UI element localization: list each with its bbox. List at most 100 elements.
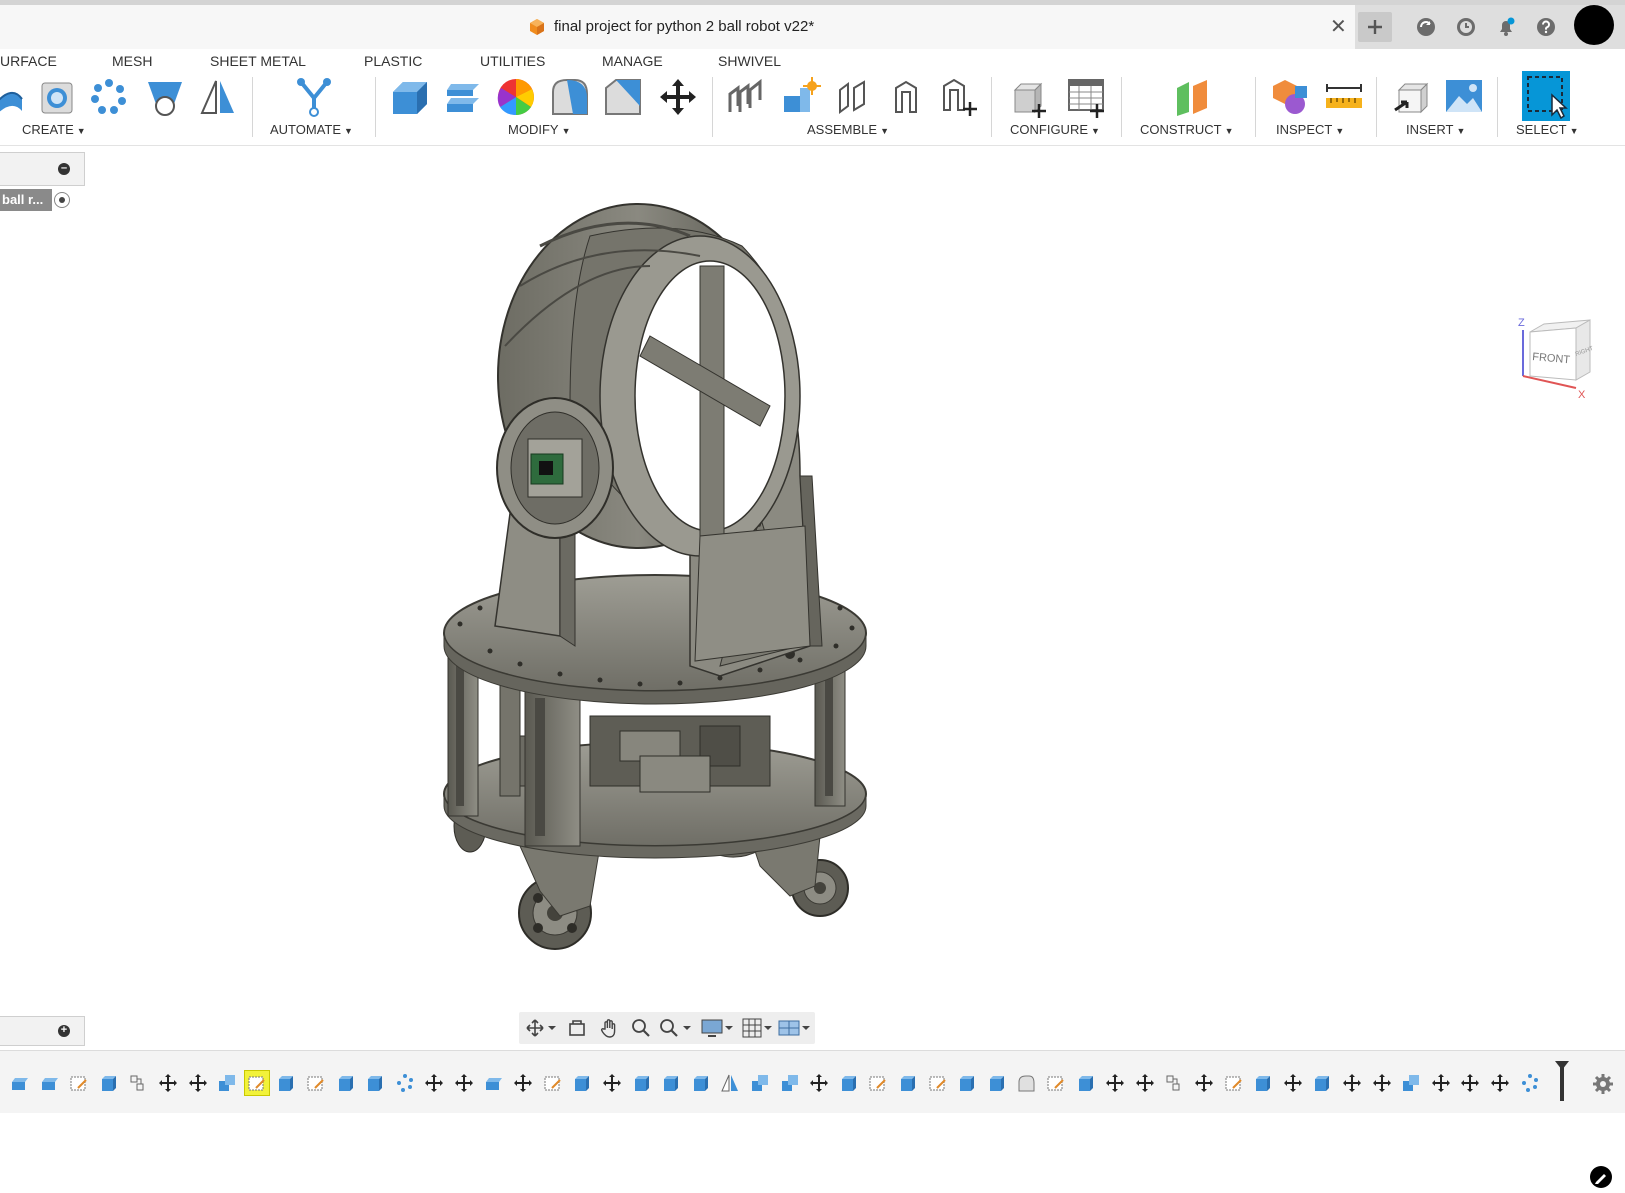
timeline-feature-body-icon[interactable] [1310,1071,1334,1095]
tab-manage[interactable]: MANAGE [602,49,663,73]
timeline-feature-move-icon[interactable] [1370,1071,1394,1095]
timeline-feature-combine-icon[interactable] [1399,1071,1423,1095]
timeline-feature-body-icon[interactable] [334,1071,358,1095]
extrude-surface-icon[interactable] [0,73,34,121]
timeline-feature-body-icon[interactable] [363,1071,387,1095]
as-built-joint-icon[interactable] [885,73,929,121]
notifications-bell-icon[interactable] [1494,15,1518,39]
design-canvas[interactable]: Z X FRONT RIGHT [0,146,1625,1188]
grid-settings-icon[interactable] [741,1016,777,1040]
pattern-icon[interactable] [87,73,131,121]
close-tab-icon[interactable]: ✕ [1330,17,1347,37]
timeline-feature-body-icon[interactable] [837,1071,861,1095]
press-pull-icon[interactable] [388,73,432,121]
active-radio-icon[interactable] [54,192,70,208]
timeline-feature-mirror-icon[interactable] [718,1071,742,1095]
timeline-feature-extrude-icon[interactable] [38,1071,62,1095]
timeline-feature-sketch-icon[interactable] [304,1071,328,1095]
look-at-icon[interactable] [563,1016,591,1040]
timeline-feature-extrude-icon[interactable] [8,1071,32,1095]
configuration-table-icon[interactable] [1064,73,1108,121]
timeline-feature-sketch-icon[interactable] [243,1070,270,1096]
timeline-feature-move-icon[interactable] [1281,1071,1305,1095]
expand-comments-icon[interactable]: + [58,1025,70,1037]
loft-surface-icon[interactable] [143,73,187,121]
timeline-feature-body-icon[interactable] [570,1071,594,1095]
joint-icon[interactable] [833,73,877,121]
collapse-browser-icon[interactable]: – [58,163,70,175]
assemble-menu[interactable]: ASSEMBLE ▼ [807,121,889,139]
timeline-feature-body-icon[interactable] [659,1071,683,1095]
shell-icon[interactable] [36,73,80,121]
timeline-feature-body-icon[interactable] [985,1071,1009,1095]
chamfer-icon[interactable] [601,73,645,121]
timeline-feature-move-icon[interactable] [186,1071,210,1095]
insert-canvas-image-icon[interactable] [1442,73,1486,121]
timeline-feature-sketch-icon[interactable] [866,1071,890,1095]
edit-sketch-badge-icon[interactable] [1590,1166,1612,1188]
recent-history-clock-icon[interactable] [1454,15,1478,39]
orbit-icon[interactable] [523,1016,559,1040]
timeline-feature-move-icon[interactable] [1429,1071,1453,1095]
help-question-icon[interactable] [1534,15,1558,39]
pan-hand-icon[interactable] [595,1016,623,1040]
modify-menu[interactable]: MODIFY ▼ [508,121,570,139]
timeline-feature-sketch-icon[interactable] [1222,1071,1246,1095]
timeline-feature-move-icon[interactable] [1133,1071,1157,1095]
timeline-marker[interactable] [1555,1061,1569,1101]
tab-surface[interactable]: URFACE [0,49,57,73]
timeline-feature-move-icon[interactable] [1340,1071,1364,1095]
automate-node-icon[interactable] [292,73,336,121]
timeline-feature-joint-icon[interactable] [126,1071,150,1095]
tab-mesh[interactable]: MESH [112,49,152,73]
timeline-feature-body-icon[interactable] [689,1071,713,1095]
timeline-feature-body-icon[interactable] [274,1071,298,1095]
inspect-menu[interactable]: INSPECT ▼ [1276,121,1344,139]
timeline-feature-move-icon[interactable] [422,1071,446,1095]
timeline-feature-pattern-icon[interactable] [393,1071,417,1095]
browser-root-node[interactable]: ball r... [0,188,80,212]
timeline-feature-move-icon[interactable] [511,1071,535,1095]
timeline-feature-body-icon[interactable] [97,1071,121,1095]
tab-utilities[interactable]: UTILITIES [480,49,545,73]
measure-ruler-icon[interactable] [1322,73,1366,121]
zoom-icon[interactable] [627,1016,655,1040]
timeline-feature-combine-icon[interactable] [215,1071,239,1095]
new-component-spark-icon[interactable] [779,73,823,121]
offset-plane-icon[interactable] [1170,73,1214,121]
timeline-feature-move-icon[interactable] [807,1071,831,1095]
timeline-feature-body-icon[interactable] [896,1071,920,1095]
timeline-feature-move-icon[interactable] [156,1071,180,1095]
configure-body-icon[interactable] [1008,73,1052,121]
tab-shwivel[interactable]: SHWIVEL [718,49,781,73]
fillet-icon[interactable] [548,73,592,121]
timeline-feature-fillet-icon[interactable] [1014,1071,1038,1095]
move-copy-arrows-icon[interactable] [656,73,700,121]
tab-plastic[interactable]: PLASTIC [364,49,422,73]
tab-sheet-metal[interactable]: SHEET METAL [210,49,306,73]
inspect-shapes-icon[interactable] [1268,73,1312,121]
select-box-icon[interactable] [1522,71,1570,121]
timeline-feature-combine-icon[interactable] [778,1071,802,1095]
timeline-feature-move-icon[interactable] [1488,1071,1512,1095]
comments-panel-header[interactable]: + [0,1016,85,1046]
timeline-feature-move-icon[interactable] [1458,1071,1482,1095]
appearance-color-wheel-icon[interactable] [494,73,538,121]
select-menu[interactable]: SELECT ▼ [1516,121,1579,139]
create-menu[interactable]: CREATE ▼ [22,121,86,139]
insert-menu[interactable]: INSERT ▼ [1406,121,1465,139]
automate-menu[interactable]: AUTOMATE ▼ [270,121,353,139]
document-tab[interactable]: final project for python 2 ball robot v2… [0,5,1355,49]
timeline-feature-combine-icon[interactable] [748,1071,772,1095]
browser-panel-header[interactable]: – [0,152,85,186]
timeline-feature-body-icon[interactable] [955,1071,979,1095]
display-settings-icon[interactable] [699,1016,739,1040]
new-tab-plus-icon[interactable] [1358,12,1392,42]
drive-joints-icon[interactable] [937,73,981,121]
timeline-feature-body-icon[interactable] [630,1071,654,1095]
timeline-feature-move-icon[interactable] [1192,1071,1216,1095]
mirror-icon[interactable] [196,73,240,121]
timeline-feature-sketch-icon[interactable] [67,1071,91,1095]
configure-menu[interactable]: CONFIGURE ▼ [1010,121,1100,139]
timeline-feature-body-icon[interactable] [1251,1071,1275,1095]
